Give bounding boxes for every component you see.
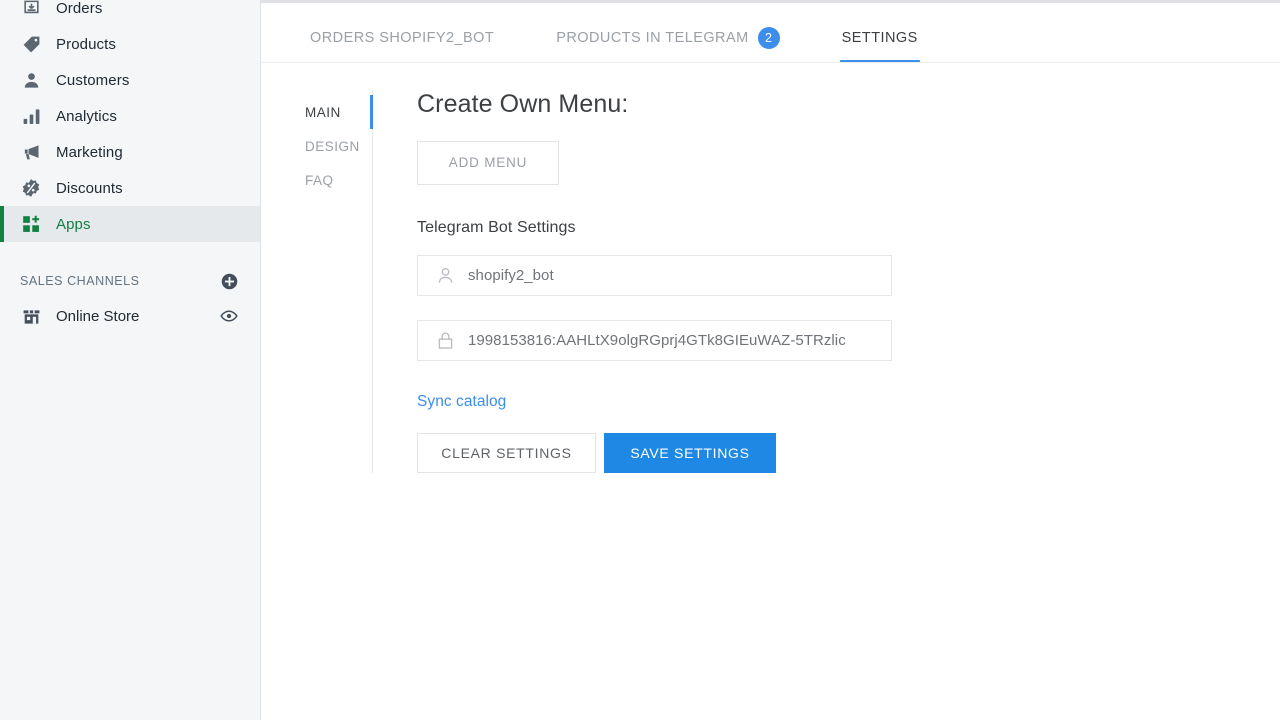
tab-label: PRODUCTS IN TELEGRAM xyxy=(556,30,749,46)
sidebar-item-label: Analytics xyxy=(56,107,117,125)
vtab-label: MAIN xyxy=(305,104,341,120)
bar-chart-icon xyxy=(20,105,42,127)
sidebar-item-online-store[interactable]: Online Store xyxy=(0,298,260,334)
person-icon xyxy=(20,69,42,91)
tab-products-in-telegram[interactable]: PRODUCTS IN TELEGRAM 2 xyxy=(554,23,781,63)
vtab-label: DESIGN xyxy=(305,138,360,154)
sidebar-item-label: Products xyxy=(56,35,116,53)
status-badge: 2 xyxy=(757,27,780,49)
page-title: Create Own Menu: xyxy=(417,90,629,118)
bot-token-field[interactable]: 1998153816:AAHLtX9olgRGprj4GTk8GIEuWAZ-5… xyxy=(417,319,892,361)
sidebar-item-analytics[interactable]: Analytics xyxy=(0,98,260,134)
sidebar-item-label: Orders xyxy=(56,0,103,17)
sidebar-item-marketing[interactable]: Marketing xyxy=(0,134,260,170)
tab-bar: ORDERS SHOPIFY2_BOT PRODUCTS IN TELEGRAM… xyxy=(261,3,1280,63)
sidebar-item-products[interactable]: Products xyxy=(0,26,260,62)
sidebar-item-label: Online Store xyxy=(56,307,140,325)
vtab-design[interactable]: DESIGN xyxy=(305,129,372,163)
sales-channels-header: SALES CHANNELS xyxy=(0,264,260,298)
clear-settings-button[interactable]: CLEAR SETTINGS xyxy=(417,432,596,473)
bot-token-value: 1998153816:AAHLtX9olgRGprj4GTk8GIEuWAZ-5… xyxy=(468,331,846,349)
vtab-label: FAQ xyxy=(305,172,334,188)
bot-username-field[interactable]: shopify2_bot xyxy=(417,254,892,296)
sidebar-item-customers[interactable]: Customers xyxy=(0,62,260,98)
form-actions: CLEAR SETTINGS SAVE SETTINGS xyxy=(417,432,892,473)
sidebar-item-orders[interactable]: Orders xyxy=(0,0,260,26)
sidebar-item-discounts[interactable]: Discounts xyxy=(0,170,260,206)
discount-badge-icon xyxy=(20,177,42,199)
settings-vertical-tabs: MAIN DESIGN FAQ xyxy=(305,91,373,473)
app-root: Orders Products Customers Analytics Mark xyxy=(0,0,1280,720)
content-area: ORDERS SHOPIFY2_BOT PRODUCTS IN TELEGRAM… xyxy=(261,0,1280,720)
sidebar-item-label: Discounts xyxy=(56,179,123,197)
storefront-icon xyxy=(20,305,42,327)
bot-settings-title: Telegram Bot Settings xyxy=(417,218,576,236)
eye-icon[interactable] xyxy=(220,307,238,325)
sync-catalog-link[interactable]: Sync catalog xyxy=(417,393,506,411)
sidebar-item-label: Apps xyxy=(56,215,91,233)
sidebar-item-label: Customers xyxy=(56,71,130,89)
settings-panel: MAIN DESIGN FAQ Create Own Menu: ADD MEN… xyxy=(261,63,1280,473)
main-sidebar: Orders Products Customers Analytics Mark xyxy=(0,0,261,720)
tab-label: SETTINGS xyxy=(841,30,918,46)
add-menu-button[interactable]: ADD MENU xyxy=(417,140,559,185)
tab-orders-shopify2-bot[interactable]: ORDERS SHOPIFY2_BOT xyxy=(308,23,496,63)
tab-settings[interactable]: SETTINGS xyxy=(839,23,920,63)
vtab-faq[interactable]: FAQ xyxy=(305,163,372,197)
lock-outline-icon xyxy=(434,329,456,351)
sidebar-item-apps[interactable]: Apps xyxy=(0,206,260,242)
person-outline-icon xyxy=(434,264,456,286)
settings-form: Create Own Menu: ADD MENU Telegram Bot S… xyxy=(373,90,892,473)
save-settings-button[interactable]: SAVE SETTINGS xyxy=(604,432,776,473)
sidebar-item-label: Marketing xyxy=(56,143,123,161)
bot-username-value: shopify2_bot xyxy=(468,266,554,284)
megaphone-icon xyxy=(20,141,42,163)
sales-channels-title: SALES CHANNELS xyxy=(20,274,140,288)
tag-icon xyxy=(20,33,42,55)
orders-inbox-icon xyxy=(20,0,42,19)
vtab-main[interactable]: MAIN xyxy=(305,95,373,129)
tab-label: ORDERS SHOPIFY2_BOT xyxy=(310,30,495,46)
apps-grid-plus-icon xyxy=(20,213,42,235)
plus-circle-icon[interactable] xyxy=(221,273,238,290)
